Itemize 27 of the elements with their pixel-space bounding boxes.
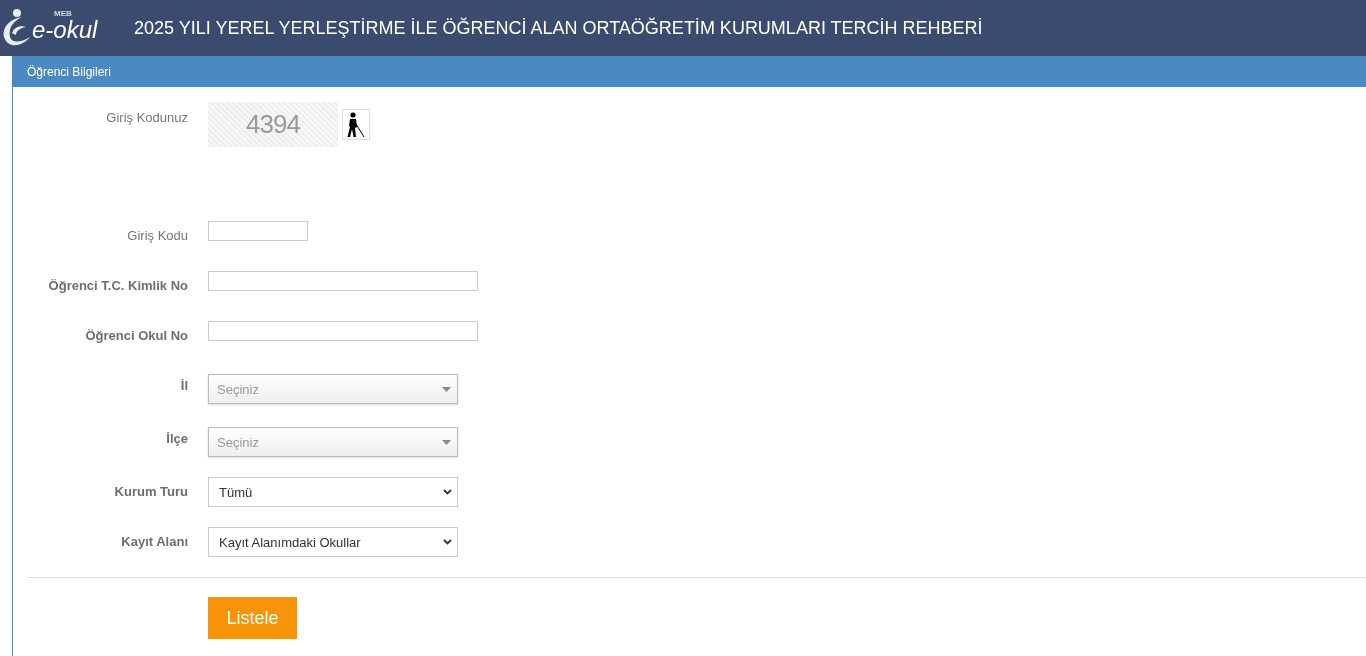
caret-icon <box>442 439 451 445</box>
select-field[interactable]: Kayıt Alanımdaki Okullar <box>208 527 458 557</box>
accessibility-button[interactable] <box>342 109 370 140</box>
field-label: Öğrenci Okul No <box>84 327 188 344</box>
input-field[interactable] <box>208 221 308 241</box>
captcha-image: 4394 <box>208 102 338 147</box>
list-button[interactable]: Listele <box>208 597 297 639</box>
field-label: Öğrenci T.C. Kimlik No <box>47 277 188 294</box>
dropdown-field[interactable]: Seçiniz <box>208 374 458 404</box>
input-field[interactable] <box>208 321 478 341</box>
field-label: İlçe <box>165 430 188 447</box>
field-label: Giriş Kodu <box>126 227 188 244</box>
chevron-icon <box>443 489 452 495</box>
select-field[interactable]: Tümü <box>208 477 458 507</box>
logo-text: e-okul <box>32 17 98 42</box>
walking-figure-icon <box>346 111 366 138</box>
input-field[interactable] <box>208 271 478 291</box>
dropdown-field[interactable]: Seçiniz <box>208 427 458 457</box>
field-label: İl <box>179 377 188 394</box>
field-label: Giriş Kodunuz <box>105 109 188 125</box>
field-label: Kayıt Alanı <box>120 533 188 550</box>
chevron-icon <box>443 539 452 545</box>
caret-icon <box>442 386 451 392</box>
logo-caption: MEB <box>54 8 72 18</box>
field-label: Kurum Turu <box>113 483 188 500</box>
page-title: 2025 YILI YEREL YERLEŞTİRME İLE ÖĞRENCİ ALAN ORTAÖĞRETİM KURUMLARI TERCİH REHBERİ <box>134 17 983 39</box>
panel-header: Öğrenci Bilgileri <box>13 56 1366 87</box>
